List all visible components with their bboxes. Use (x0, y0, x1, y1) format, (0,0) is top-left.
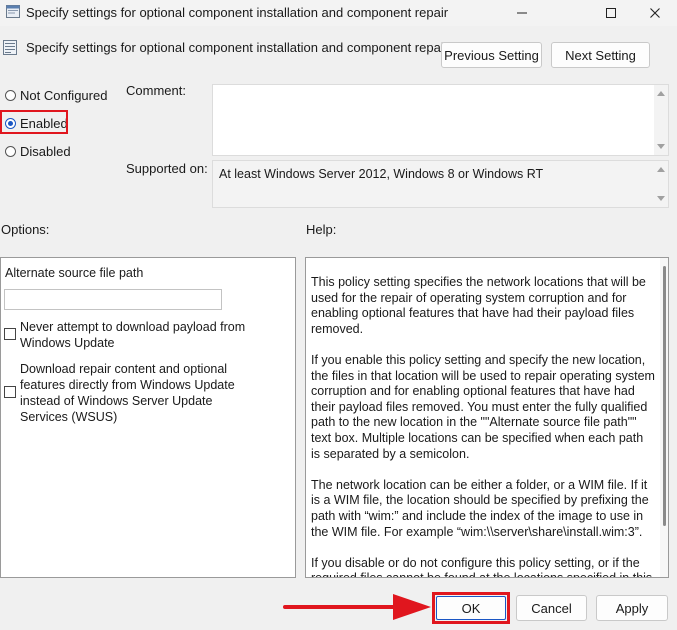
setting-icon (3, 40, 17, 55)
radio-disabled[interactable]: Disabled (5, 142, 71, 160)
radio-circle (5, 89, 16, 101)
scroll-down-icon (657, 196, 665, 201)
help-scrollbar[interactable] (660, 258, 668, 577)
supported-scrollbar[interactable] (654, 161, 668, 207)
scroll-down-icon (657, 144, 665, 149)
next-setting-button[interactable]: Next Setting (551, 42, 650, 68)
help-paragraph: If you enable this policy setting and sp… (311, 352, 655, 461)
help-scrollbar-thumb[interactable] (663, 266, 666, 526)
minimize-button[interactable] (500, 0, 544, 26)
policy-icon (6, 5, 20, 18)
radio-circle (5, 145, 16, 157)
comment-textarea[interactable] (212, 84, 669, 156)
scroll-up-icon (657, 91, 665, 96)
alternate-path-label: Alternate source file path (5, 266, 144, 280)
maximize-button[interactable] (589, 0, 633, 26)
help-text: This policy setting specifies the networ… (311, 275, 655, 577)
close-icon (650, 8, 660, 18)
radio-not-configured[interactable]: Not Configured (5, 86, 107, 104)
never-download-label: Never attempt to download payload from W… (20, 320, 246, 350)
cancel-button[interactable]: Cancel (516, 595, 587, 621)
help-panel: This policy setting specifies the networ… (305, 257, 669, 578)
ok-highlight-box (432, 592, 510, 624)
scroll-up-icon (657, 167, 665, 172)
help-paragraph: The network location can be either a fol… (311, 477, 649, 539)
supported-on-box: At least Windows Server 2012, Windows 8 … (212, 160, 669, 208)
supported-on-label: Supported on: (126, 161, 208, 176)
help-paragraph: If you disable or do not configure this … (311, 555, 652, 577)
comment-scrollbar[interactable] (654, 85, 668, 155)
comment-label: Comment: (126, 83, 186, 98)
setting-title: Specify settings for optional component … (26, 40, 449, 55)
maximize-icon (606, 8, 616, 18)
apply-button[interactable]: Apply (596, 595, 668, 621)
minimize-icon (517, 12, 527, 14)
window-title: Specify settings for optional component … (26, 5, 449, 20)
never-download-checkbox[interactable] (4, 328, 16, 340)
download-from-wu-checkbox[interactable] (4, 386, 16, 398)
options-panel: Alternate source file path Never attempt… (0, 257, 296, 578)
previous-setting-button[interactable]: Previous Setting (441, 42, 542, 68)
pointer-arrow-icon (283, 594, 431, 620)
alternate-path-input[interactable] (4, 289, 222, 310)
download-from-wu-label: Download repair content and optional fea… (20, 362, 235, 424)
supported-on-value: At least Windows Server 2012, Windows 8 … (219, 167, 544, 181)
help-label: Help: (306, 222, 337, 237)
options-label: Options: (1, 222, 50, 237)
help-paragraph: This policy setting specifies the networ… (311, 275, 646, 336)
enabled-highlight-box (0, 110, 68, 134)
close-button[interactable] (633, 0, 677, 26)
